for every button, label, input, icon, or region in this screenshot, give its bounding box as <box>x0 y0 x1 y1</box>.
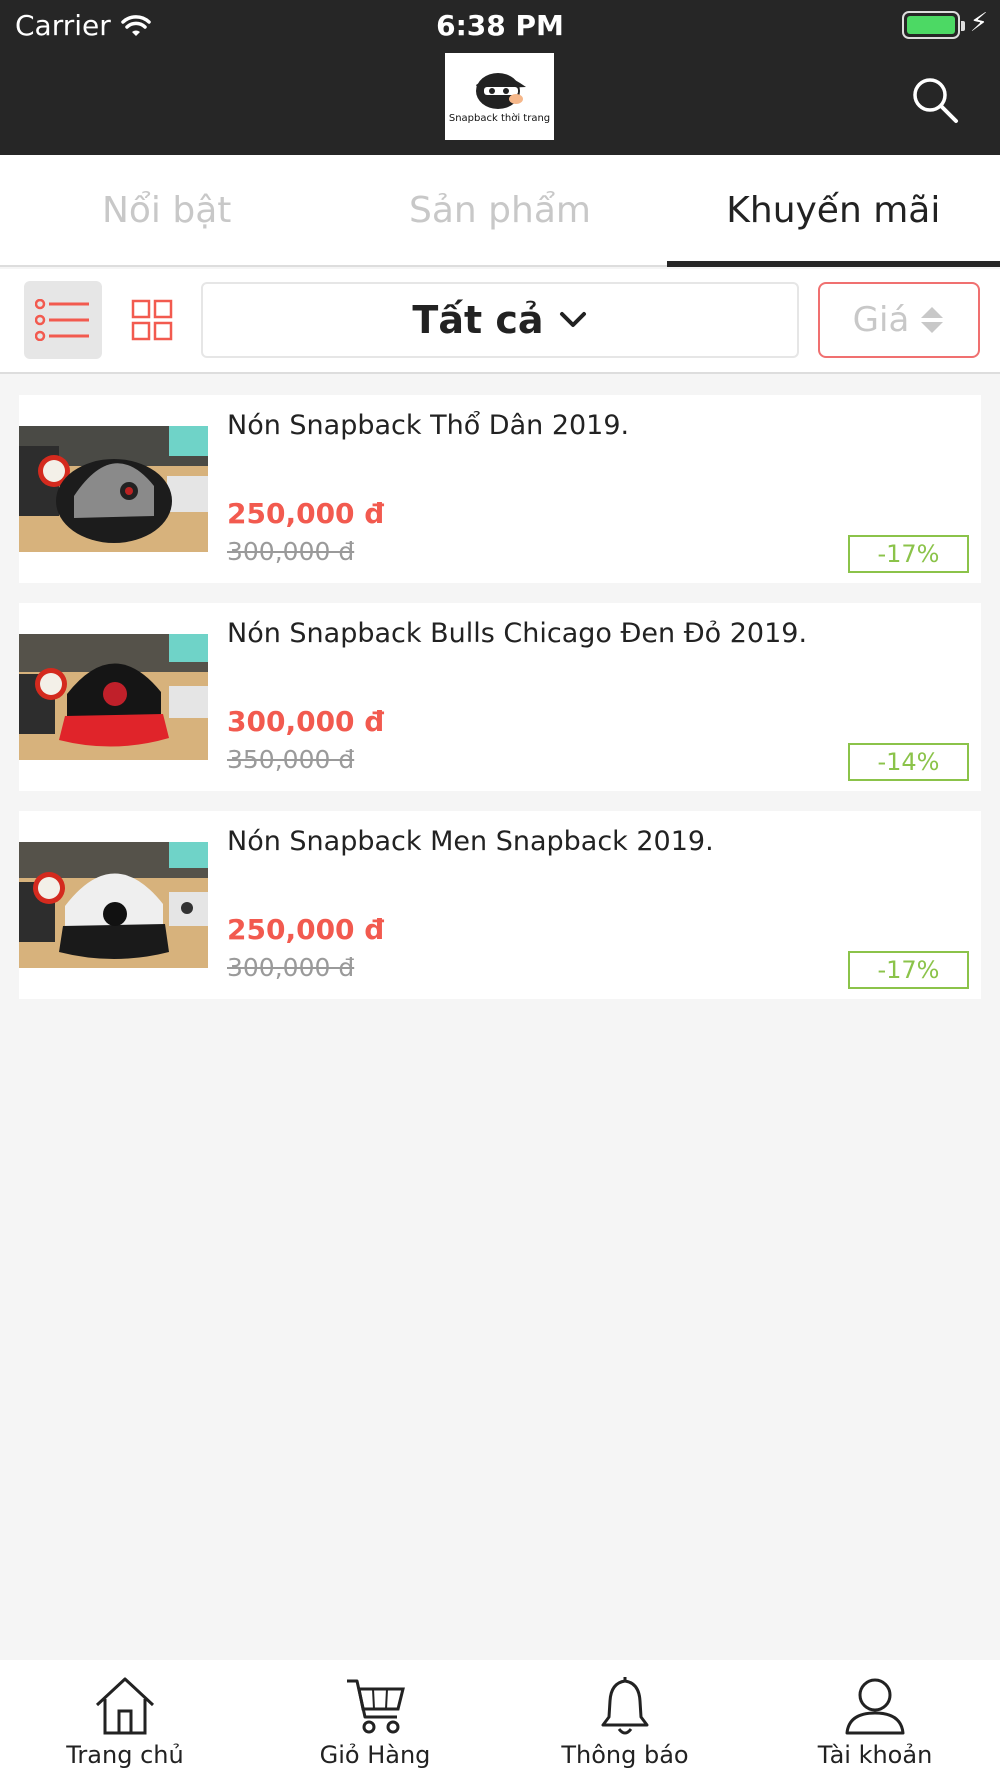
category-filter-dropdown[interactable]: Tất cả <box>201 282 799 358</box>
discount-badge: -17% <box>848 535 969 573</box>
nav-cart[interactable]: Giỏ Hàng <box>250 1660 500 1778</box>
home-icon <box>95 1677 155 1735</box>
nav-account[interactable]: Tài khoản <box>750 1660 1000 1778</box>
product-old-price: 350,000 đ <box>227 745 355 774</box>
app-header: Carrier 6:38 PM ⚡ Snapback thời trang <box>0 0 1000 155</box>
sort-arrows-icon <box>921 307 944 333</box>
list-icon <box>35 299 89 341</box>
product-name[interactable]: Nón Snapback Bulls Chicago Đen Đỏ 2019. <box>227 618 807 649</box>
chevron-down-icon <box>559 312 586 327</box>
discount-badge: -17% <box>848 951 969 989</box>
product-item[interactable]: Nón Snapback Bulls Chicago Đen Đỏ 2019. … <box>19 603 981 791</box>
category-tabs: Nổi bật Sản phẩm Khuyến mãi <box>0 155 1000 267</box>
logo-mascot-icon <box>475 73 526 109</box>
status-bar: Carrier 6:38 PM ⚡ <box>0 0 1000 50</box>
cart-icon <box>347 1679 405 1734</box>
product-old-price: 300,000 đ <box>227 537 355 566</box>
logo-caption: Snapback thời trang <box>448 113 551 124</box>
status-time: 6:38 PM <box>436 9 564 42</box>
grid-icon <box>131 299 173 341</box>
product-image[interactable] <box>19 842 208 968</box>
charging-icon: ⚡ <box>969 8 988 38</box>
user-icon <box>845 1678 905 1735</box>
product-price: 250,000 đ <box>227 497 385 530</box>
grid-view-button[interactable] <box>113 281 191 359</box>
product-photo-white-black-cap <box>19 842 208 968</box>
price-sort-button[interactable]: Giá <box>818 282 980 358</box>
discount-badge: -14% <box>848 743 969 781</box>
product-image[interactable] <box>19 634 208 760</box>
nav-home-label: Trang chủ <box>66 1741 184 1769</box>
nav-cart-label: Giỏ Hàng <box>319 1741 431 1769</box>
brand-logo[interactable]: Snapback thời trang <box>445 53 554 140</box>
product-item[interactable]: Nón Snapback Men Snapback 2019. 250,000 … <box>19 811 981 999</box>
product-name[interactable]: Nón Snapback Thổ Dân 2019. <box>227 410 629 441</box>
product-photo-gray-cap <box>19 426 208 552</box>
product-old-price: 300,000 đ <box>227 953 355 982</box>
list-view-button[interactable] <box>24 281 102 359</box>
product-image[interactable] <box>19 426 208 552</box>
nav-home[interactable]: Trang chủ <box>0 1660 250 1778</box>
product-price: 250,000 đ <box>227 913 385 946</box>
filter-toolbar: Tất cả Giá <box>0 269 1000 374</box>
search-button[interactable] <box>910 75 960 125</box>
filter-label: Tất cả <box>412 298 544 342</box>
search-icon <box>913 78 958 123</box>
nav-account-label: Tài khoản <box>817 1741 933 1769</box>
tab-san-pham[interactable]: Sản phẩm <box>333 155 666 265</box>
sort-label: Giá <box>852 300 910 340</box>
product-list: Nón Snapback Thổ Dân 2019. 250,000 đ 300… <box>19 395 981 1019</box>
product-photo-black-red-cap <box>19 634 208 760</box>
product-price: 300,000 đ <box>227 705 385 738</box>
nav-notifications[interactable]: Thông báo <box>500 1660 750 1778</box>
battery-icon <box>902 11 965 39</box>
tab-khuyen-mai[interactable]: Khuyến mãi <box>666 155 1000 267</box>
bottom-navigation: Trang chủ Giỏ Hàng Thông báo Tài khoản <box>0 1660 1000 1778</box>
product-item[interactable]: Nón Snapback Thổ Dân 2019. 250,000 đ 300… <box>19 395 981 583</box>
nav-notifications-label: Thông báo <box>561 1741 689 1769</box>
tab-noi-bat[interactable]: Nổi bật <box>0 155 333 265</box>
product-name[interactable]: Nón Snapback Men Snapback 2019. <box>227 826 714 857</box>
bell-icon <box>601 1677 649 1735</box>
